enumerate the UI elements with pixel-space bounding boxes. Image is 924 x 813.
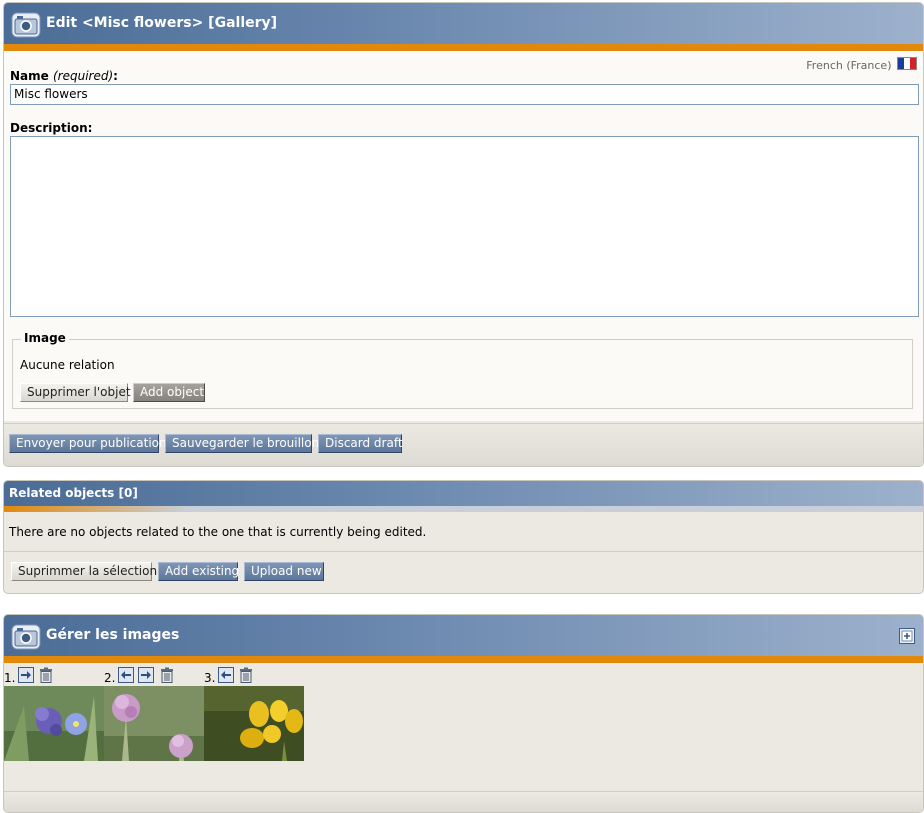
- image-thumbnail[interactable]: [104, 686, 204, 761]
- edit-panel-header: Edit <Misc flowers> [Gallery]: [4, 3, 923, 44]
- edit-gallery-panel: Edit <Misc flowers> [Gallery] French (Fr…: [3, 2, 924, 467]
- description-field[interactable]: [10, 136, 919, 317]
- item-index: 1.: [4, 671, 16, 685]
- required-marker: (required): [52, 69, 114, 83]
- related-divider: [4, 551, 923, 552]
- related-objects-panel: Related objects [0] There are no objects…: [3, 480, 924, 594]
- move-right-icon[interactable]: [138, 667, 154, 683]
- discard-draft-button[interactable]: Discard draft: [318, 434, 403, 453]
- move-left-icon[interactable]: [218, 667, 234, 683]
- related-panel-title: Related objects [0]: [9, 486, 138, 500]
- manage-images-panel: Gérer les images 1. 2. 3.: [3, 614, 924, 813]
- language-indicator[interactable]: French (France): [806, 57, 917, 72]
- save-draft-button[interactable]: Sauvegarder le brouillon: [165, 434, 319, 453]
- move-right-icon[interactable]: [18, 667, 34, 683]
- item-index: 3.: [204, 671, 216, 685]
- language-label: French (France): [806, 59, 892, 72]
- description-label: Description:: [10, 121, 93, 135]
- actions-bar: Envoyer pour publication Sauvegarder le …: [4, 423, 923, 466]
- form-area: French (France) Name (required): Misc fl…: [4, 51, 923, 421]
- gallery-item: 3.: [204, 665, 304, 761]
- trash-icon[interactable]: [38, 667, 54, 683]
- publish-button[interactable]: Envoyer pour publication: [9, 434, 167, 453]
- images-footer: [4, 791, 923, 812]
- item-index: 2.: [104, 671, 116, 685]
- gallery-item: 1.: [4, 665, 104, 761]
- name-field[interactable]: Misc flowers: [10, 84, 919, 105]
- orange-divider: [4, 44, 923, 51]
- related-panel-header: Related objects [0]: [4, 481, 923, 506]
- trash-icon[interactable]: [238, 667, 254, 683]
- image-thumbnail[interactable]: [204, 686, 304, 761]
- move-left-icon[interactable]: [118, 667, 134, 683]
- french-flag-icon: [897, 57, 917, 70]
- add-image-icon[interactable]: [899, 628, 915, 644]
- remove-object-button[interactable]: Supprimer l'objet: [20, 383, 131, 402]
- related-header-stripe: [4, 506, 923, 512]
- camera-icon: [11, 624, 41, 650]
- no-relation-text: Aucune relation: [20, 358, 115, 372]
- images-panel-header: Gérer les images: [4, 615, 923, 656]
- camera-icon: [11, 12, 41, 38]
- delete-selection-button[interactable]: Suprimmer la sélection: [11, 562, 157, 581]
- orange-divider: [4, 656, 923, 663]
- gallery-item: 2.: [104, 665, 204, 761]
- upload-new-button[interactable]: Upload new: [244, 562, 324, 581]
- image-fieldset: Image Aucune relation Supprimer l'objet …: [12, 331, 913, 409]
- add-object-button[interactable]: Add object: [133, 383, 205, 402]
- edit-panel-title: Edit <Misc flowers> [Gallery]: [46, 15, 278, 31]
- image-legend: Image: [21, 331, 69, 345]
- add-existing-button[interactable]: Add existing: [158, 562, 239, 581]
- images-panel-title: Gérer les images: [46, 627, 180, 643]
- trash-icon[interactable]: [159, 667, 175, 683]
- image-thumbnail[interactable]: [4, 686, 104, 761]
- related-empty-text: There are no objects related to the one …: [9, 525, 427, 539]
- name-label: Name (required):: [10, 69, 118, 83]
